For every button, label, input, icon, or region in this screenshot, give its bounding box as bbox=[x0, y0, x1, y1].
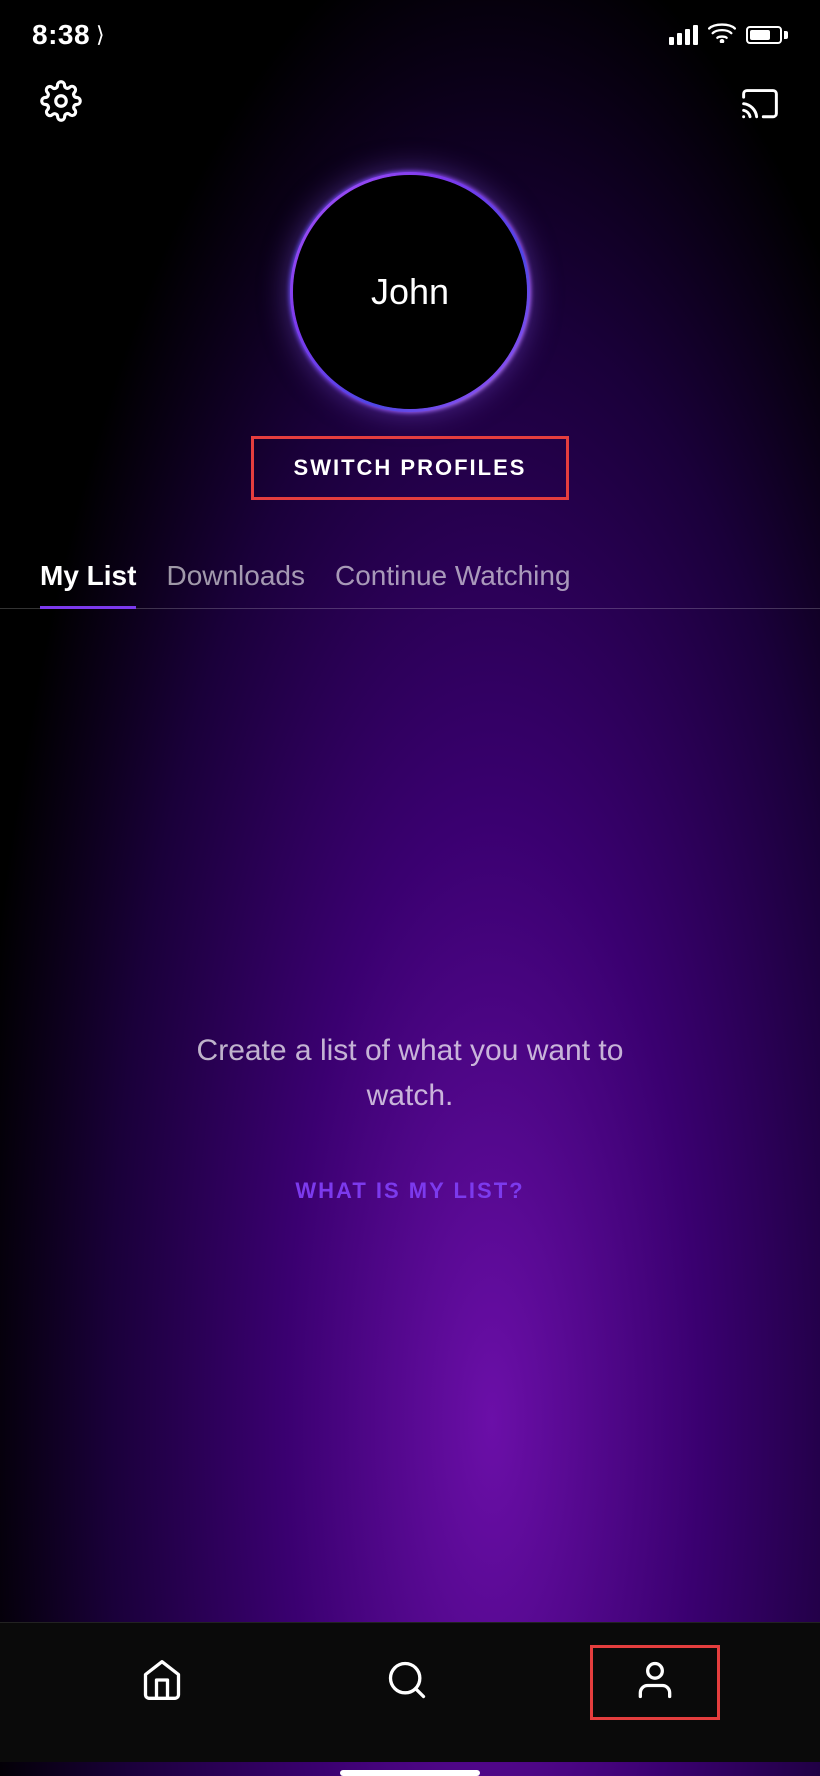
search-icon bbox=[385, 1658, 429, 1707]
tab-continue-watching[interactable]: Continue Watching bbox=[335, 540, 601, 608]
main-content: Create a list of what you want to watch.… bbox=[0, 609, 820, 1622]
app-content: 8:38 ⟩ bbox=[0, 0, 820, 1776]
battery-icon bbox=[746, 26, 788, 44]
tab-downloads[interactable]: Downloads bbox=[166, 540, 335, 608]
signal-bar-3 bbox=[685, 29, 690, 45]
location-icon: ⟩ bbox=[96, 22, 105, 48]
empty-state-message: Create a list of what you want to watch. bbox=[160, 1028, 660, 1118]
switch-profiles-button[interactable]: SWITCH PROFILES bbox=[251, 436, 570, 500]
profile-nav-icon bbox=[633, 1658, 677, 1707]
nav-search[interactable] bbox=[345, 1648, 469, 1717]
status-bar: 8:38 ⟩ bbox=[0, 0, 820, 60]
tab-my-list[interactable]: My List bbox=[40, 540, 166, 608]
nav-home[interactable] bbox=[100, 1648, 224, 1717]
profile-section: John SWITCH PROFILES bbox=[0, 152, 820, 530]
what-is-my-list-link[interactable]: WHAT IS MY LIST? bbox=[295, 1178, 524, 1204]
home-icon bbox=[140, 1658, 184, 1707]
wifi-icon bbox=[708, 21, 736, 49]
tabs-container: My List Downloads Continue Watching bbox=[0, 540, 820, 609]
bottom-nav bbox=[0, 1622, 820, 1762]
signal-bar-1 bbox=[669, 37, 674, 45]
home-indicator bbox=[340, 1770, 480, 1776]
profile-avatar: John bbox=[290, 172, 530, 412]
profile-name: John bbox=[371, 271, 449, 313]
cast-button[interactable] bbox=[740, 84, 780, 129]
status-icons bbox=[669, 21, 788, 49]
status-time: 8:38 bbox=[32, 19, 90, 51]
settings-button[interactable] bbox=[40, 80, 82, 132]
top-bar bbox=[0, 60, 820, 152]
signal-bars bbox=[669, 25, 698, 45]
nav-profile[interactable] bbox=[590, 1645, 720, 1720]
signal-bar-4 bbox=[693, 25, 698, 45]
signal-bar-2 bbox=[677, 33, 682, 45]
